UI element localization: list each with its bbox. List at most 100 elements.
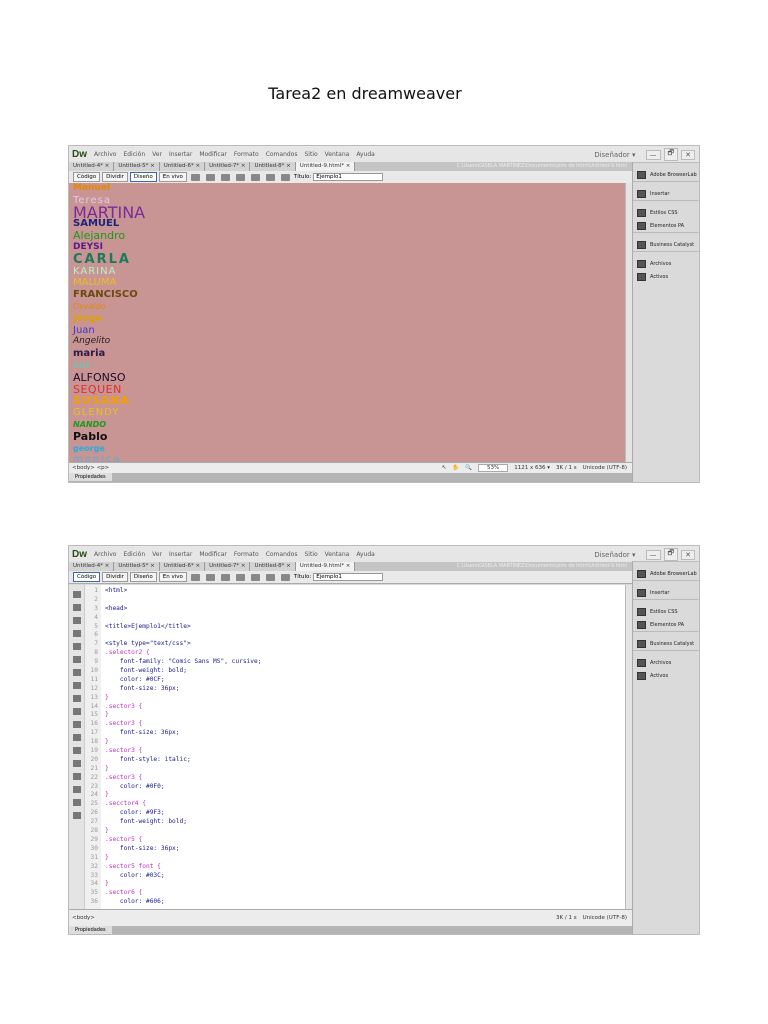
toolbar-icon[interactable] (205, 173, 215, 181)
coding-tool-icon[interactable] (73, 747, 81, 754)
restore-button[interactable]: 🗗 (663, 148, 679, 161)
menu-item[interactable]: Ver (152, 151, 162, 158)
panel-item[interactable]: Activos (633, 669, 699, 682)
menu-item[interactable]: Ventana (325, 151, 350, 158)
coding-tool-icon[interactable] (73, 630, 81, 637)
coding-tool-icon[interactable] (73, 682, 81, 689)
title-input[interactable]: Ejemplo1 (313, 173, 384, 181)
tab-document[interactable]: Untitled-8* × (250, 562, 296, 571)
workspace-switcher[interactable]: Diseñador ▾ (591, 151, 638, 159)
coding-tool-icon[interactable] (73, 721, 81, 728)
toolbar-icon[interactable] (265, 173, 275, 181)
menu-item[interactable]: Ayuda (356, 151, 375, 158)
view-button[interactable]: En vivo (158, 172, 187, 182)
toolbar-icon[interactable] (220, 573, 230, 581)
view-button[interactable]: Código (73, 572, 101, 582)
menu-item[interactable]: Edición (123, 151, 145, 158)
toolbar-icon[interactable] (250, 573, 260, 581)
toolbar-icon[interactable] (190, 573, 200, 581)
tab-document[interactable]: Untitled-4* × (69, 562, 115, 571)
menu-item[interactable]: Ventana (325, 551, 350, 558)
tab-document[interactable]: Untitled-9.html* × (295, 562, 356, 571)
menu-item[interactable]: Comandos (266, 151, 298, 158)
zoom-select[interactable]: 53% (478, 464, 509, 472)
menu-item[interactable]: Insertar (169, 151, 192, 158)
view-button[interactable]: Diseño (129, 172, 157, 182)
title-input[interactable]: Ejemplo1 (313, 573, 384, 581)
tab-document[interactable]: Untitled-6* × (159, 562, 206, 571)
menu-item[interactable]: Modificar (199, 151, 227, 158)
coding-tool-icon[interactable] (73, 591, 81, 598)
tab-document[interactable]: Untitled-7* × (205, 162, 251, 171)
coding-tool-icon[interactable] (73, 812, 81, 819)
toolbar-icon[interactable] (235, 573, 245, 581)
coding-tool-icon[interactable] (73, 669, 81, 676)
tab-document[interactable]: Untitled-8* × (250, 162, 296, 171)
panel-item[interactable]: Adobe BrowserLab (633, 567, 699, 580)
hand-tool-icon[interactable]: ✋ (452, 465, 459, 471)
tab-document[interactable]: Untitled-6* × (159, 162, 206, 171)
coding-tool-icon[interactable] (73, 760, 81, 767)
menu-item[interactable]: Modificar (199, 551, 227, 558)
toolbar-icon[interactable] (280, 173, 290, 181)
code-view[interactable]: 1 2 3 4 5 6 7 8 9 10 11 12 13 14 15 16 17 18 19 20 21 22 23 24 2… (69, 585, 625, 909)
menu-item[interactable]: Comandos (266, 551, 298, 558)
panel-item[interactable]: Adobe BrowserLab (633, 168, 699, 181)
menu-item[interactable]: Formato (234, 151, 259, 158)
panel-item[interactable]: Archivos (633, 656, 699, 669)
coding-tool-icon[interactable] (73, 643, 81, 650)
panel-item[interactable]: Insertar (633, 586, 699, 599)
tab-document[interactable]: Untitled-5* × (114, 562, 160, 571)
view-button[interactable]: Dividir (102, 172, 128, 182)
panel-item[interactable]: Estilos CSS (633, 206, 699, 219)
panel-item[interactable]: Elementos PA (633, 219, 699, 232)
panel-item[interactable]: Archivos (633, 257, 699, 270)
menu-item[interactable]: Edición (123, 551, 145, 558)
select-tool-icon[interactable]: ↖ (442, 465, 447, 471)
view-button[interactable]: Código (73, 172, 101, 182)
menu-item[interactable]: Sitio (304, 151, 317, 158)
toolbar-icon[interactable] (250, 173, 260, 181)
coding-tool-icon[interactable] (73, 734, 81, 741)
menu-item[interactable]: Archivo (94, 151, 116, 158)
properties-tab[interactable]: Propiedades (69, 926, 112, 934)
coding-tool-icon[interactable] (73, 695, 81, 702)
coding-tool-icon[interactable] (73, 656, 81, 663)
workspace-switcher[interactable]: Diseñador ▾ (591, 551, 638, 559)
toolbar-icon[interactable] (220, 173, 230, 181)
menu-item[interactable]: Archivo (94, 551, 116, 558)
toolbar-icon[interactable] (280, 573, 290, 581)
coding-tool-icon[interactable] (73, 799, 81, 806)
panel-item[interactable]: Elementos PA (633, 618, 699, 631)
coding-tool-icon[interactable] (73, 604, 81, 611)
panel-item[interactable]: Business Catalyst (633, 238, 699, 251)
close-button[interactable]: ✕ (681, 549, 695, 560)
coding-tool-icon[interactable] (73, 786, 81, 793)
menu-item[interactable]: Formato (234, 551, 259, 558)
coding-tool-icon[interactable] (73, 617, 81, 624)
panel-item[interactable]: Business Catalyst (633, 637, 699, 650)
panel-item[interactable]: Activos (633, 270, 699, 283)
tag-selector[interactable]: <body> (72, 915, 95, 921)
view-button[interactable]: Diseño (129, 572, 157, 582)
menu-item[interactable]: Insertar (169, 551, 192, 558)
panel-item[interactable]: Insertar (633, 187, 699, 200)
toolbar-icon[interactable] (205, 573, 215, 581)
coding-tool-icon[interactable] (73, 773, 81, 780)
restore-button[interactable]: 🗗 (663, 548, 679, 561)
view-button[interactable]: Dividir (102, 572, 128, 582)
tab-document[interactable]: Untitled-9.html* × (295, 162, 356, 171)
toolbar-icon[interactable] (265, 573, 275, 581)
tab-document[interactable]: Untitled-4* × (69, 162, 115, 171)
properties-tab[interactable]: Propiedades (69, 473, 112, 481)
minimize-button[interactable]: — (645, 549, 661, 560)
tab-document[interactable]: Untitled-5* × (114, 162, 160, 171)
tab-document[interactable]: Untitled-7* × (205, 562, 251, 571)
toolbar-icon[interactable] (190, 173, 200, 181)
minimize-button[interactable]: — (645, 149, 661, 160)
tag-selector[interactable]: <body> <p> (72, 465, 109, 471)
menu-item[interactable]: Ayuda (356, 551, 375, 558)
close-button[interactable]: ✕ (681, 149, 695, 160)
coding-tool-icon[interactable] (73, 708, 81, 715)
menu-item[interactable]: Sitio (304, 551, 317, 558)
